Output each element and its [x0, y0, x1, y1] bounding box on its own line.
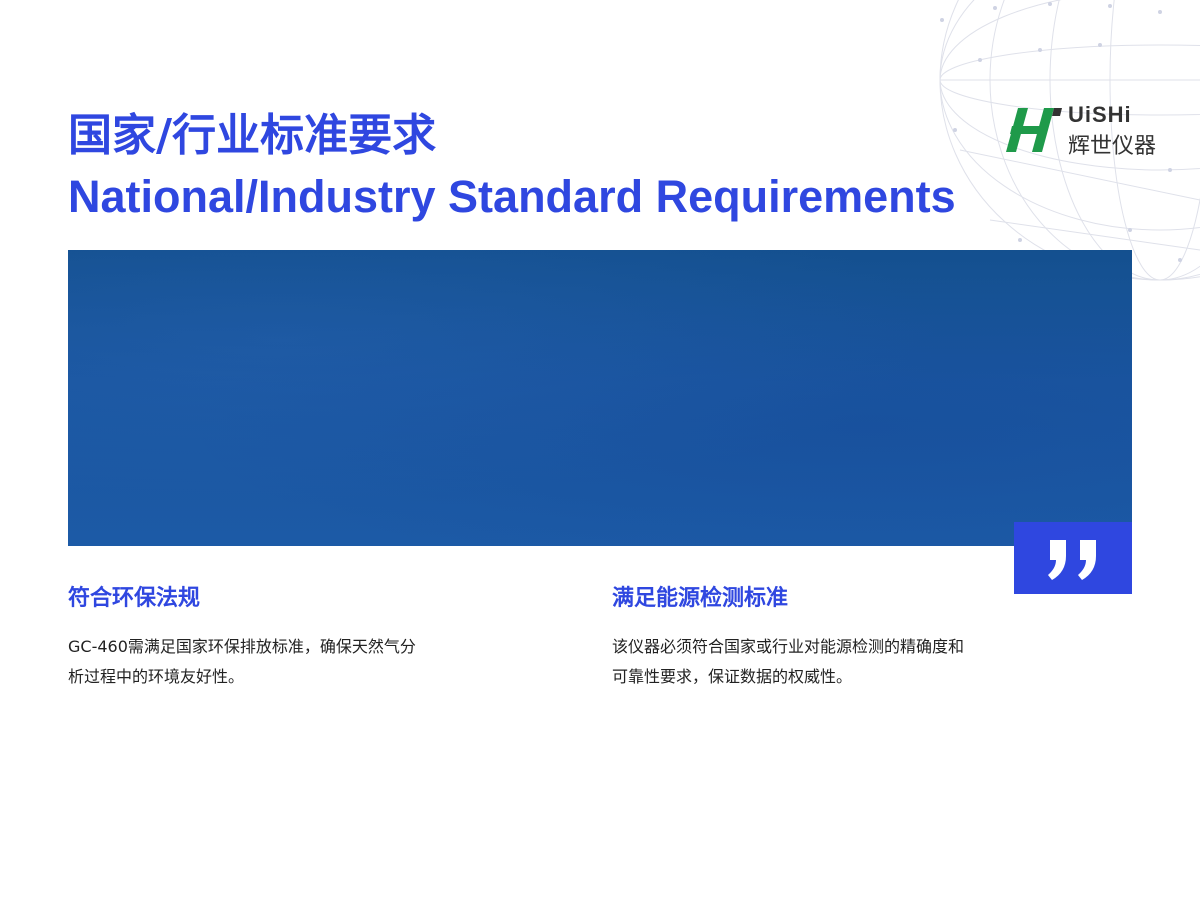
logo-mark-icon: [1006, 108, 1062, 152]
page-title-en: National/Industry Standard Requirements: [68, 171, 956, 222]
banner-image: [68, 250, 1132, 546]
section-title: 满足能源检测标准: [612, 586, 789, 611]
section-body: 该仪器必须符合国家或行业对能源检测的精确度和 可靠性要求，保证数据的权威性。: [612, 632, 1012, 692]
quote-icon: [1048, 540, 1096, 580]
section-body: GC-460需满足国家环保排放标准，确保天然气分 析过程中的环境友好性。: [68, 632, 468, 692]
section-body-line: GC-460需满足国家环保排放标准，确保天然气分: [68, 637, 416, 656]
section-environmental: 符合环保法规 GC-460需满足国家环保排放标准，确保天然气分 析过程中的环境友…: [68, 584, 468, 692]
section-body-line: 该仪器必须符合国家或行业对能源检测的精确度和: [612, 637, 965, 656]
company-logo: UiSHi 辉世仪器: [1004, 102, 1176, 159]
section-body-line: 可靠性要求，保证数据的权威性。: [612, 667, 853, 686]
section-energy: 满足能源检测标准 该仪器必须符合国家或行业对能源检测的精确度和 可靠性要求，保证…: [612, 584, 1012, 692]
page-title-cn: 国家/行业标准要求: [68, 110, 437, 161]
section-body-line: 析过程中的环境友好性。: [68, 667, 245, 686]
logo-latin-text: UiSHi: [1068, 102, 1132, 127]
quote-badge: [1014, 522, 1132, 594]
logo-chinese-text: 辉世仪器: [1068, 134, 1157, 159]
section-title: 符合环保法规: [68, 586, 201, 611]
